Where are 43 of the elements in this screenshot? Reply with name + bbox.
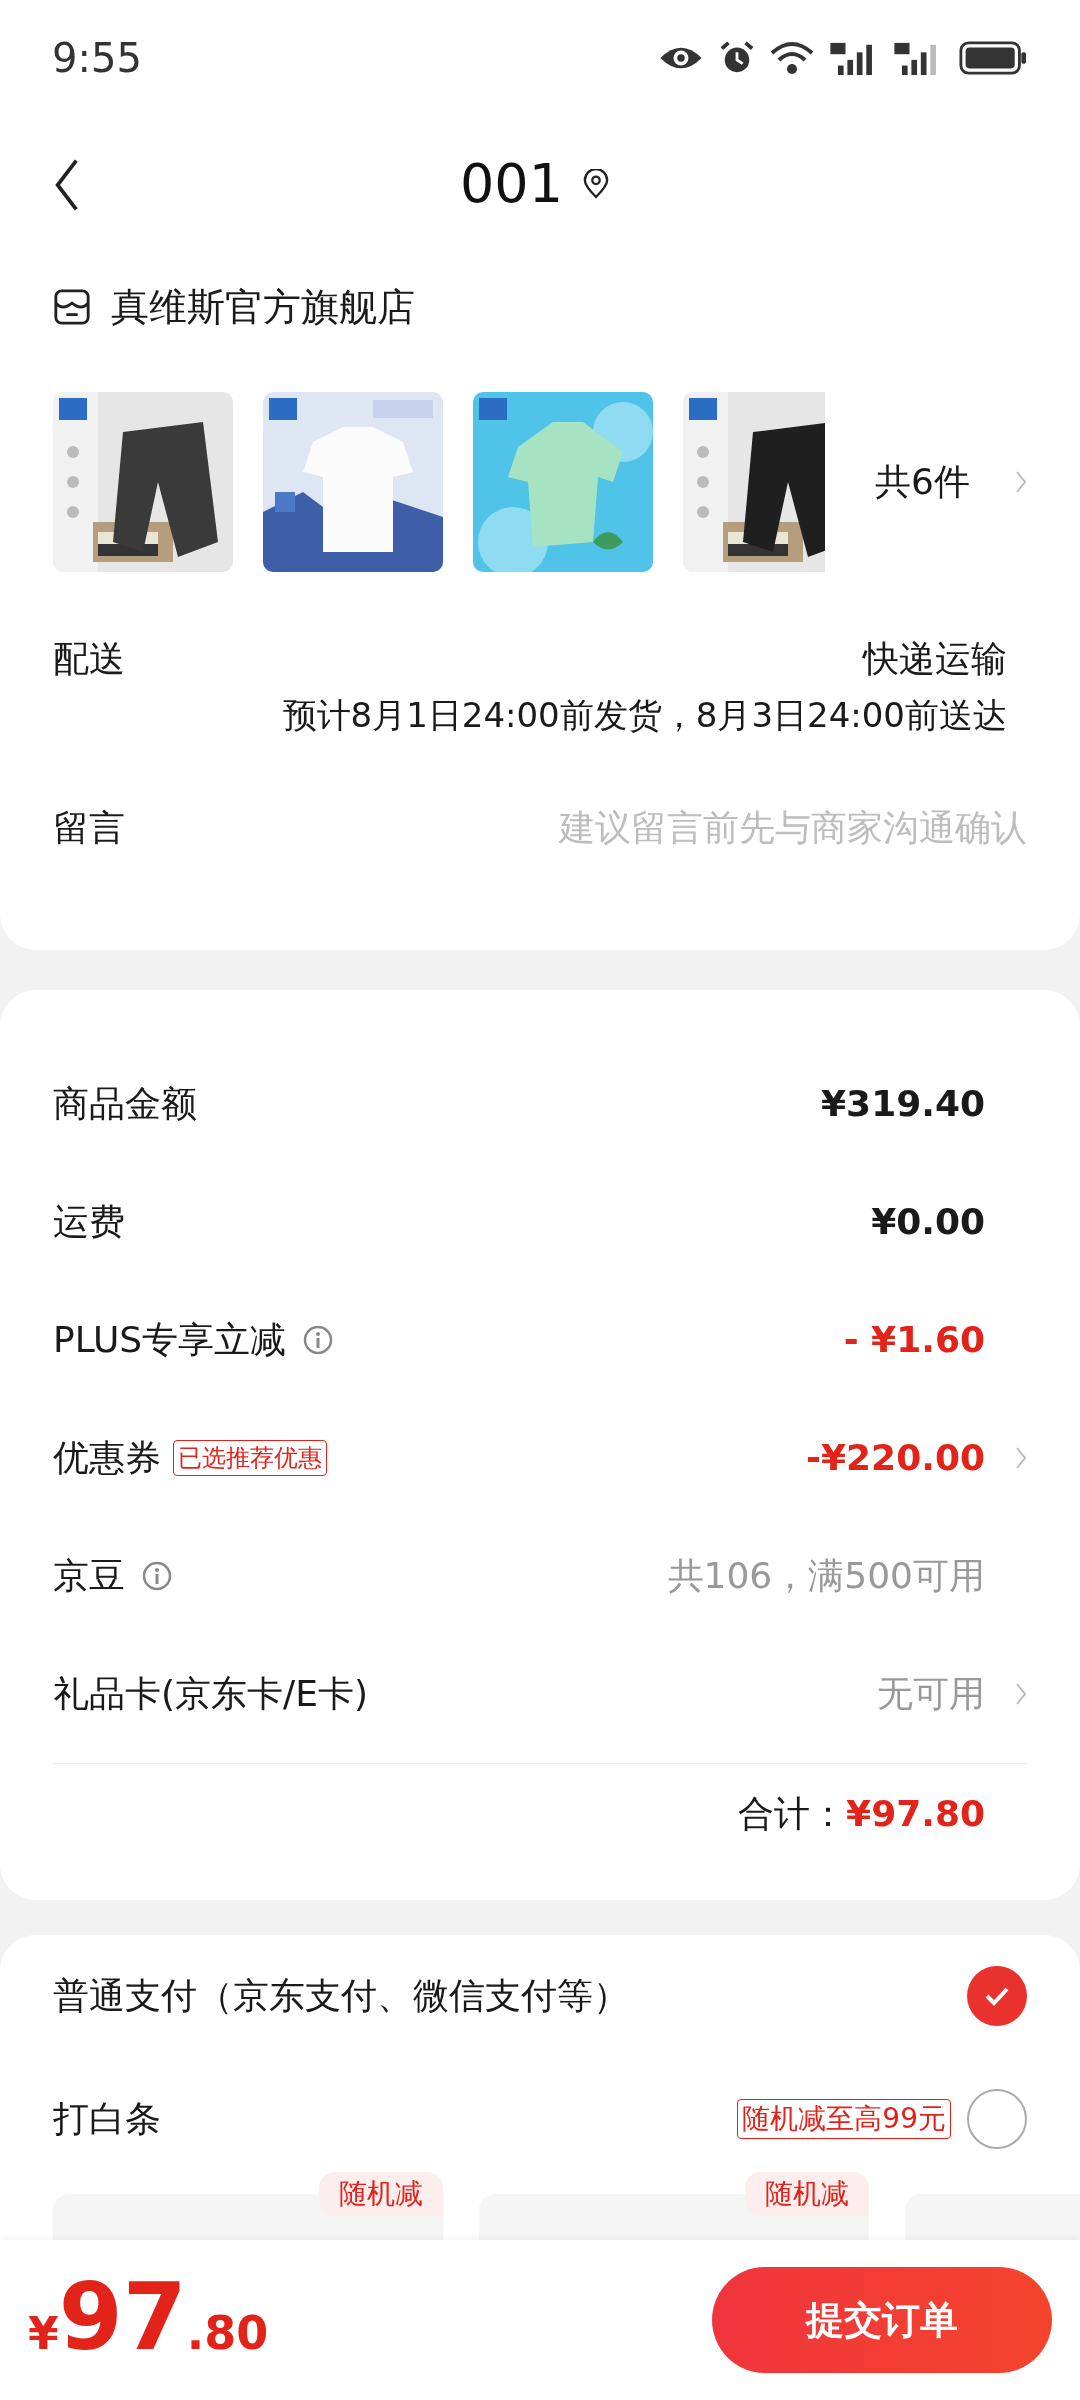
price-decimals: .80: [186, 2305, 269, 2362]
promo-tag: 随机减: [745, 2172, 869, 2216]
wifi-icon: [770, 40, 814, 75]
summary-value: 共106，满500可用: [667, 1554, 985, 1598]
location-pin-icon: [583, 169, 610, 199]
currency-symbol: ¥: [28, 2307, 59, 2361]
page-title: 001: [460, 157, 564, 211]
delivery-method[interactable]: 快递运输: [863, 632, 1007, 686]
summary-label: 京豆: [53, 1554, 125, 1598]
summary-value[interactable]: -¥220.00: [806, 1431, 985, 1485]
total-amount: ¥97.80: [846, 1792, 985, 1836]
battery-icon: [958, 40, 1028, 75]
info-icon[interactable]: [141, 1560, 173, 1592]
radio-button[interactable]: [967, 2089, 1027, 2150]
chevron-right-icon: [1015, 470, 1027, 494]
delivery-label: 配送: [53, 637, 125, 681]
message-field[interactable]: 建议留言前先与商家沟通确认: [407, 801, 1027, 855]
promo-tag: 随机减: [319, 2172, 443, 2216]
summary-label: PLUS专享立减: [53, 1318, 287, 1362]
summary-label: 商品金额: [53, 1082, 197, 1126]
delivery-estimate: 预计8月1日24:00前发货，8月3日24:00前送达: [282, 694, 1008, 737]
promo-tag: 随机减至高99元: [737, 2099, 951, 2140]
summary-label: 运费: [53, 1200, 125, 1244]
submit-order-button[interactable]: 提交订单: [712, 2267, 1052, 2373]
total-label: 合计：: [738, 1792, 847, 1836]
payment-option[interactable]: 打白条: [53, 2092, 161, 2147]
payment-option[interactable]: 普通支付（京东支付、微信支付等）: [53, 1968, 629, 2023]
summary-value: ¥0.00: [871, 1200, 985, 1244]
info-icon[interactable]: [302, 1324, 335, 1356]
alarm-icon: [720, 40, 754, 75]
chevron-right-icon: [1015, 1682, 1027, 1706]
summary-value: ¥319.40: [821, 1082, 985, 1126]
item-count[interactable]: 共6件: [875, 455, 970, 509]
store-icon: [53, 288, 91, 326]
store-name[interactable]: 真维斯官方旗舰店: [111, 278, 415, 336]
chevron-right-icon: [1015, 1446, 1027, 1470]
total-price: 97: [58, 2272, 187, 2364]
summary-value: - ¥1.60: [843, 1318, 985, 1362]
summary-label: 礼品卡(京东卡/E卡): [53, 1672, 368, 1716]
status-time: 9:55: [52, 33, 142, 83]
summary-label: 优惠券: [53, 1436, 161, 1480]
promo-tag: 已选推荐优惠: [173, 1440, 327, 1476]
message-label: 留言: [53, 806, 125, 850]
